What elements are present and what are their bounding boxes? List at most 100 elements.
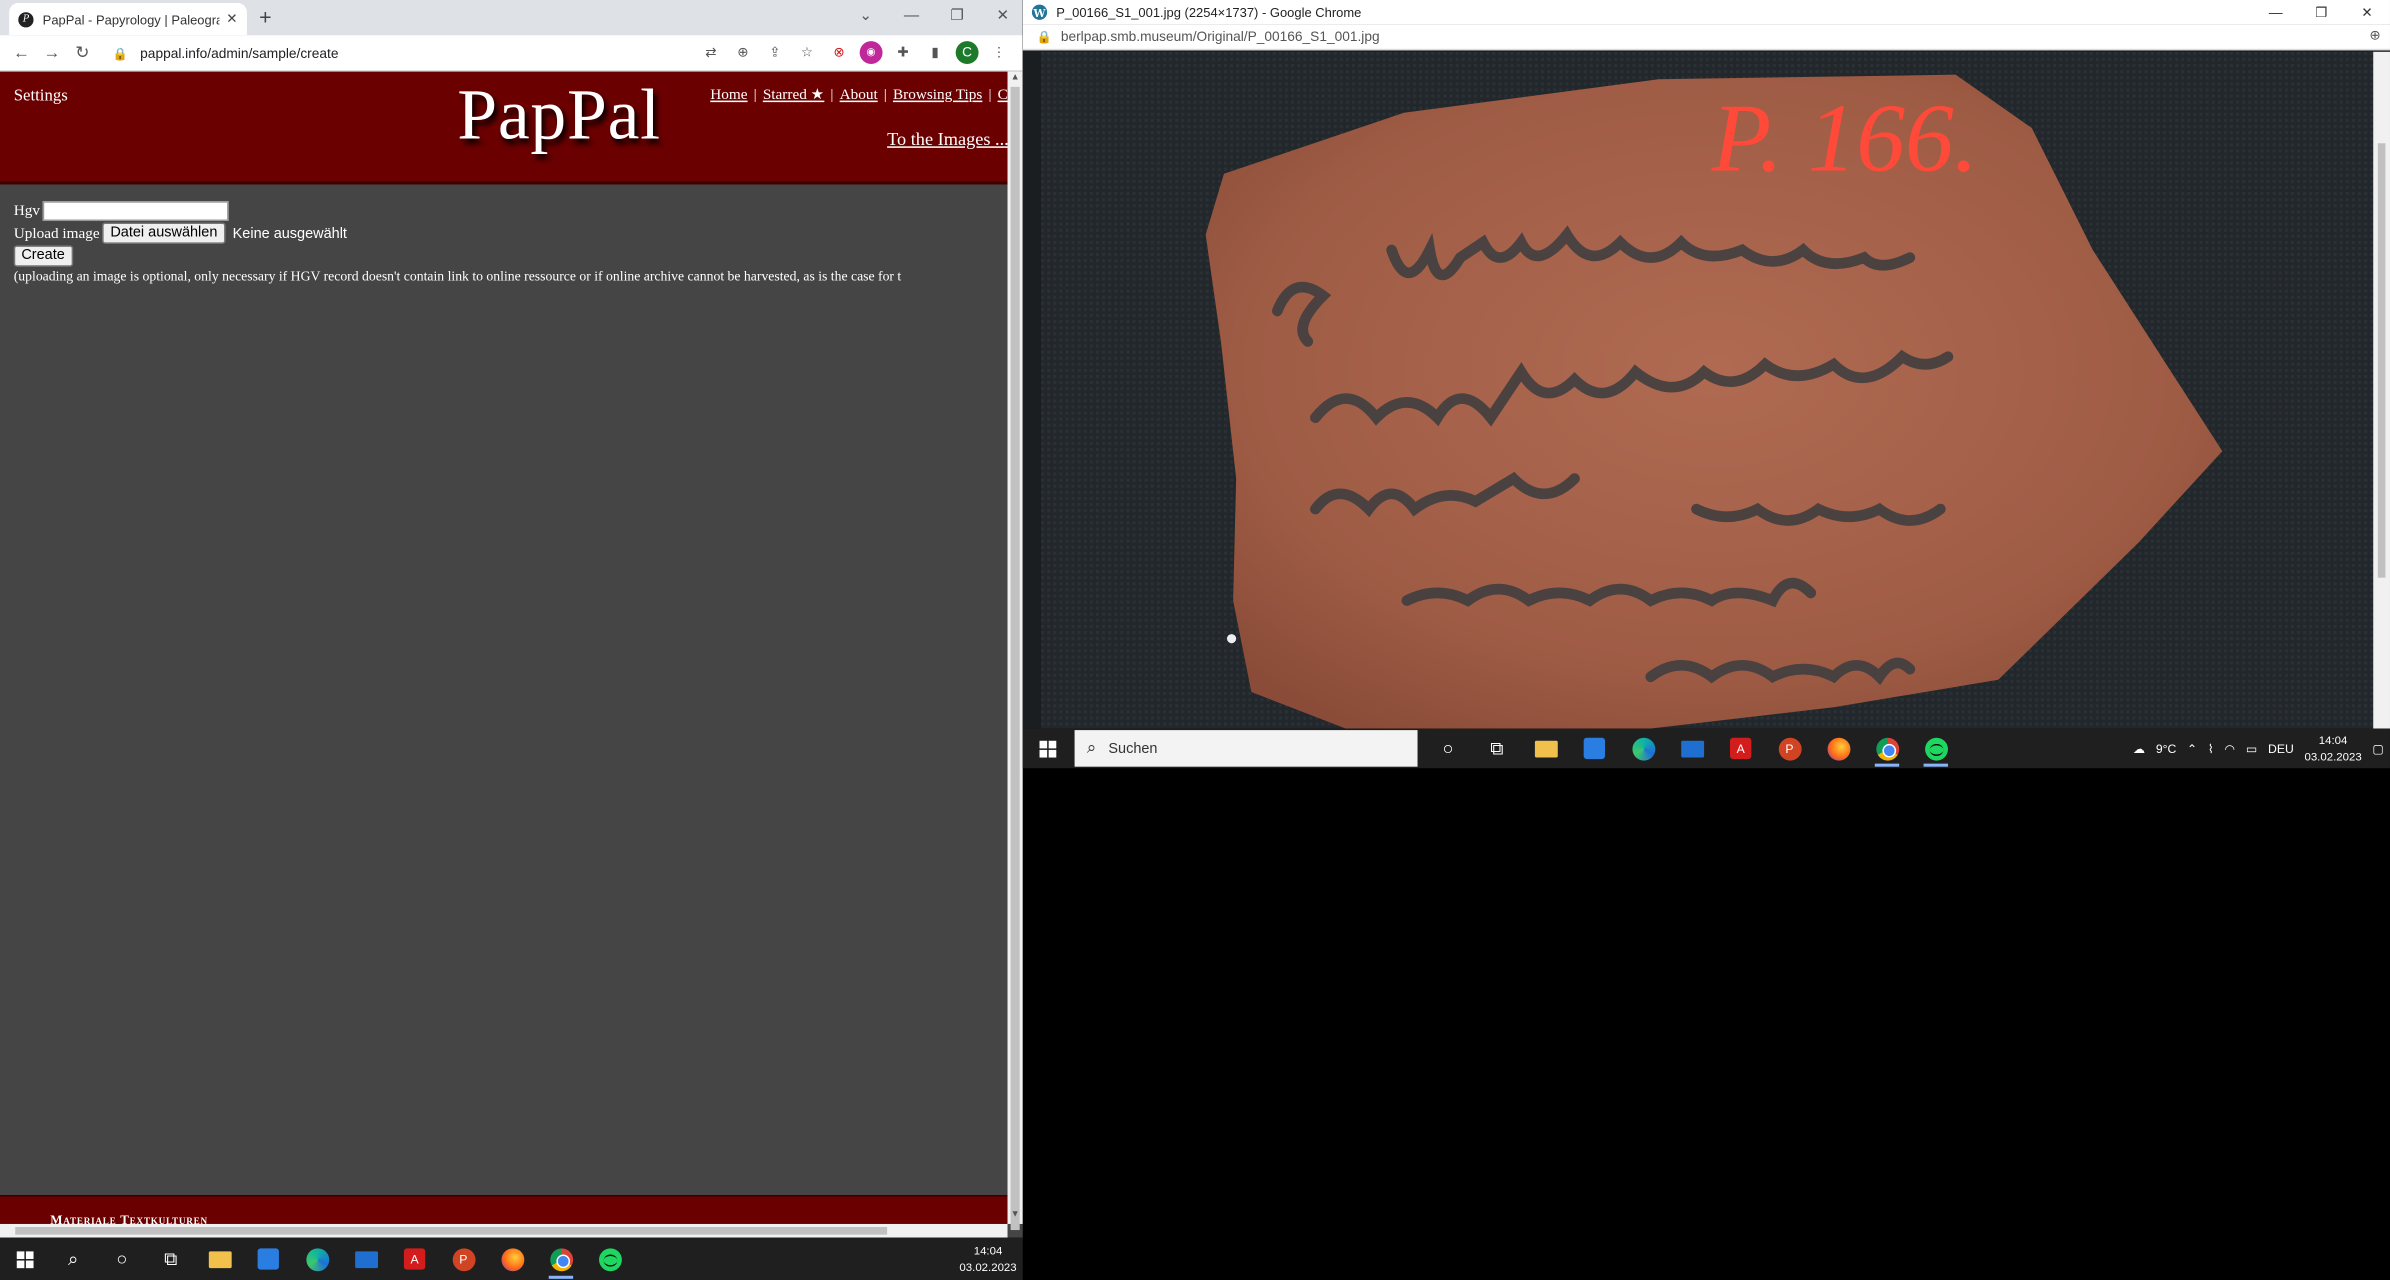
edge-icon[interactable] bbox=[293, 1238, 342, 1280]
clock-left[interactable]: 14:04 03.02.2023 bbox=[959, 1242, 1016, 1276]
spotify-icon[interactable] bbox=[585, 1238, 634, 1280]
chevron-up-icon[interactable]: ⌃ bbox=[2187, 742, 2197, 756]
weather-text[interactable]: 9°C bbox=[2156, 742, 2176, 756]
language-indicator[interactable]: DEU bbox=[2268, 742, 2294, 756]
scroll-down-icon[interactable]: ▼ bbox=[1011, 1210, 1020, 1219]
white-speck bbox=[1227, 634, 1237, 644]
chrome-window-pappal: P PapPal - Papyrology | Paleography ✕ + … bbox=[0, 0, 1023, 1238]
tab-title: PapPal - Papyrology | Paleography bbox=[42, 11, 221, 27]
new-tab-button[interactable]: + bbox=[259, 5, 271, 29]
file-explorer-icon[interactable] bbox=[1521, 729, 1570, 769]
cloud-weather-icon[interactable]: ☁ bbox=[2133, 742, 2145, 756]
reload-icon[interactable]: ↻ bbox=[67, 43, 97, 62]
nav-about[interactable]: About bbox=[840, 87, 878, 104]
clock-right[interactable]: 14:04 03.02.2023 bbox=[2304, 732, 2361, 766]
store-icon[interactable] bbox=[1570, 729, 1619, 769]
translate-icon[interactable]: ⇄ bbox=[700, 41, 723, 64]
nav-browsing-tips[interactable]: Browsing Tips bbox=[893, 87, 982, 104]
acrobat-icon[interactable]: A bbox=[390, 1238, 439, 1280]
firefox-icon[interactable] bbox=[488, 1238, 537, 1280]
tab-search-icon[interactable]: ⌄ bbox=[843, 7, 889, 24]
close-window-icon[interactable]: ✕ bbox=[980, 7, 1023, 24]
restore-icon[interactable]: ❐ bbox=[934, 7, 980, 24]
hgv-input[interactable] bbox=[43, 200, 229, 221]
nav-cut-item[interactable]: C bbox=[998, 87, 1008, 104]
extension-red-icon[interactable]: ⊗ bbox=[828, 41, 851, 64]
window-controls: ⌄ — ❐ ✕ bbox=[843, 0, 1023, 30]
nav-starred[interactable]: Starred ★ bbox=[763, 87, 824, 104]
bookmark-star-icon[interactable]: ☆ bbox=[796, 41, 819, 64]
cortana-icon[interactable]: ○ bbox=[1424, 729, 1473, 769]
desktop: P PapPal - Papyrology | Paleography ✕ + … bbox=[0, 0, 2390, 1280]
zoom-icon[interactable]: ⊕ bbox=[2369, 27, 2381, 44]
browser-toolbar: ← → ↻ 🔒 pappal.info/admin/sample/create … bbox=[0, 35, 1023, 72]
network-icon[interactable]: ⌇ bbox=[2208, 742, 2214, 756]
share-icon[interactable]: ⇪ bbox=[764, 41, 787, 64]
system-tray: ☁ 9°C ⌃ ⌇ ◠ ▭ DEU 14:04 03.02.2023 ▢ bbox=[2133, 729, 2384, 769]
horizontal-scrollbar[interactable] bbox=[0, 1223, 1008, 1238]
cortana-icon[interactable]: ○ bbox=[98, 1238, 147, 1280]
ostracon-label: P. 166. bbox=[1711, 85, 1978, 193]
to-images-link[interactable]: To the Images ... bbox=[887, 128, 1007, 151]
firefox-icon[interactable] bbox=[1814, 729, 1863, 769]
side-panel-icon[interactable]: ▮ bbox=[924, 41, 947, 64]
back-arrow-icon[interactable]: ← bbox=[6, 43, 36, 61]
settings-link[interactable]: Settings bbox=[14, 87, 68, 105]
close-window-icon[interactable]: ✕ bbox=[2344, 0, 2390, 24]
zoom-icon[interactable]: ⊕ bbox=[732, 41, 755, 64]
vertical-scroll-thumb[interactable] bbox=[1010, 86, 1020, 1231]
store-icon[interactable] bbox=[244, 1238, 293, 1280]
task-view-icon[interactable]: ⧉ bbox=[1472, 729, 1521, 769]
search-placeholder: Suchen bbox=[1108, 740, 1158, 757]
extension-pink-icon[interactable]: ◉ bbox=[859, 41, 883, 65]
file-explorer-icon[interactable] bbox=[195, 1238, 244, 1280]
create-sample-form: Hgv Upload image Datei auswählen Keine a… bbox=[13, 200, 901, 284]
acrobat-icon[interactable]: A bbox=[1716, 729, 1765, 769]
battery-icon[interactable]: ▭ bbox=[2246, 742, 2258, 756]
scroll-up-icon[interactable]: ▲ bbox=[1011, 73, 1020, 82]
choose-file-button[interactable]: Datei auswählen bbox=[102, 222, 226, 244]
mail-icon[interactable] bbox=[341, 1238, 390, 1280]
restore-icon[interactable]: ❐ bbox=[2299, 0, 2345, 24]
horizontal-scroll-thumb[interactable] bbox=[15, 1227, 888, 1235]
profile-avatar[interactable]: C bbox=[955, 41, 979, 65]
minimize-icon[interactable]: — bbox=[889, 7, 935, 24]
task-view-icon[interactable]: ⧉ bbox=[146, 1238, 195, 1280]
forward-arrow-icon[interactable]: → bbox=[37, 43, 67, 61]
extensions-puzzle-icon[interactable]: ✚ bbox=[892, 41, 915, 64]
top-navigation: Home | Starred ★ | About | Browsing Tips | C bbox=[710, 86, 1008, 104]
close-tab-icon[interactable]: ✕ bbox=[226, 11, 238, 28]
powerpoint-icon[interactable]: P bbox=[439, 1238, 488, 1280]
menu-kebab-icon[interactable]: ⋮ bbox=[988, 41, 1011, 64]
edge-icon[interactable] bbox=[1619, 729, 1668, 769]
mail-icon[interactable] bbox=[1668, 729, 1717, 769]
wifi-icon[interactable]: ◠ bbox=[2225, 742, 2236, 756]
chrome-icon[interactable] bbox=[537, 1238, 586, 1280]
page-content: Settings PapPal Home | Starred ★ | About | Bro… bbox=[0, 71, 1008, 1224]
wordpress-favicon-icon: W bbox=[1031, 4, 1048, 20]
nav-home[interactable]: Home bbox=[710, 87, 747, 104]
address-bar[interactable]: 🔒 pappal.info/admin/sample/create bbox=[113, 40, 707, 67]
site-logo[interactable]: PapPal bbox=[457, 75, 661, 157]
windows-logo-icon bbox=[16, 1250, 33, 1268]
powerpoint-icon[interactable]: P bbox=[1765, 729, 1814, 769]
date-text: 03.02.2023 bbox=[959, 1260, 1017, 1275]
address-bar-right[interactable]: 🔒 berlpap.smb.museum/Original/P_00166_S1… bbox=[1022, 24, 2390, 51]
minimize-icon[interactable]: — bbox=[2253, 0, 2299, 24]
notification-icon[interactable]: ▢ bbox=[2372, 742, 2384, 756]
start-button[interactable] bbox=[0, 1238, 49, 1280]
create-button[interactable]: Create bbox=[13, 245, 73, 267]
vertical-scrollbar[interactable]: ▲ ▼ bbox=[1007, 71, 1023, 1231]
chrome-icon[interactable] bbox=[1863, 729, 1912, 769]
search-icon[interactable]: ⌕ bbox=[49, 1238, 98, 1280]
start-button[interactable] bbox=[1023, 729, 1072, 769]
tab-pappal[interactable]: P PapPal - Papyrology | Paleography ✕ bbox=[9, 3, 247, 36]
taskbar-search-box[interactable]: ⌕ Suchen bbox=[1074, 730, 1418, 767]
taskbar-right: ⌕ Suchen ○ ⧉ A P ☁ 9°C ⌃ ⌇ ◠ ▭ DEU 14:04… bbox=[1022, 728, 2390, 769]
image-viewer[interactable]: P. 166. bbox=[1041, 51, 2374, 729]
lock-icon: 🔒 bbox=[1036, 29, 1052, 44]
vertical-scroll-thumb-right[interactable] bbox=[2377, 143, 2386, 578]
vertical-scrollbar-right[interactable] bbox=[2373, 51, 2390, 729]
tab-strip: P PapPal - Papyrology | Paleography ✕ + … bbox=[0, 0, 1023, 36]
spotify-icon[interactable] bbox=[1911, 729, 1960, 769]
